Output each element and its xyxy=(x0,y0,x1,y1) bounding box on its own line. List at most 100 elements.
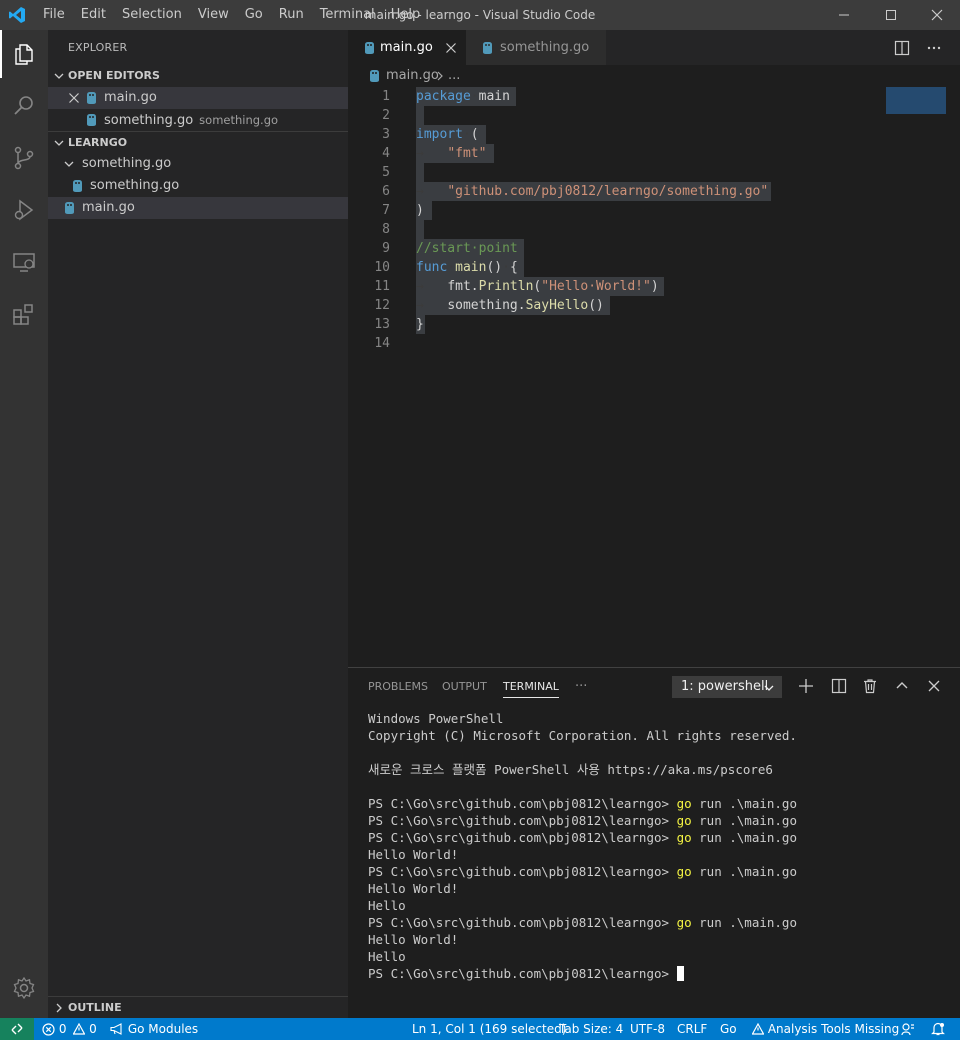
tab-output[interactable]: OUTPUT xyxy=(442,668,487,706)
terminal-line: Hello World! xyxy=(368,881,459,896)
close-window-button[interactable] xyxy=(914,0,960,30)
terminal-select[interactable]: 1: powershell xyxy=(672,676,782,698)
close-panel-icon[interactable] xyxy=(926,678,942,694)
analysis-tools-indicator[interactable]: Analysis Tools Missing xyxy=(751,1018,899,1040)
maximize-button[interactable] xyxy=(868,0,914,30)
megaphone-icon xyxy=(110,1023,122,1035)
notifications-bell-icon[interactable] xyxy=(931,1022,945,1036)
breadcrumb: main.go ... xyxy=(348,65,960,87)
terminal-line: PS C:\Go\src\github.com\pbj0812\learngo>… xyxy=(368,796,797,811)
sidebar: EXPLORER OPEN EDITORS main.go something.… xyxy=(48,30,348,1018)
tab-size[interactable]: Tab Size: 4 xyxy=(559,1018,623,1040)
activity-source-control[interactable] xyxy=(0,134,48,182)
activity-extensions[interactable] xyxy=(0,290,48,338)
code-line: 13 } xyxy=(348,315,888,334)
activity-remote-explorer[interactable] xyxy=(0,238,48,286)
go-file-icon xyxy=(87,92,96,104)
terminal-line: Copyright (C) Microsoft Corporation. All… xyxy=(368,728,797,743)
minimap[interactable] xyxy=(886,87,946,114)
outline-header[interactable]: OUTLINE xyxy=(48,996,348,1018)
tree-file-label: something.go xyxy=(90,178,180,193)
chevron-down-icon xyxy=(64,161,74,167)
new-terminal-icon[interactable] xyxy=(798,678,814,694)
encoding[interactable]: UTF-8 xyxy=(630,1018,665,1040)
minimize-icon xyxy=(839,14,849,16)
trash-icon[interactable] xyxy=(862,678,878,694)
run-debug-icon xyxy=(14,199,34,221)
language-mode[interactable]: Go xyxy=(720,1018,737,1040)
code-line: 14 xyxy=(348,334,888,353)
close-icon[interactable] xyxy=(445,42,457,54)
line-number: 11 xyxy=(374,279,390,294)
explorer-icon xyxy=(15,44,33,65)
chevron-down-icon xyxy=(764,685,774,691)
code-line: 8 xyxy=(348,220,888,239)
more-actions-icon[interactable] xyxy=(926,40,942,56)
tab-something-go[interactable]: something.go xyxy=(466,30,606,65)
activity-bar xyxy=(0,30,48,1018)
go-file-icon xyxy=(65,202,74,214)
menu-item-edit[interactable]: Edit xyxy=(73,0,114,30)
panel-more-button[interactable]: ··· xyxy=(575,668,587,706)
terminal-line: Windows PowerShell xyxy=(368,711,504,726)
chevron-right-icon xyxy=(56,1003,62,1013)
settings-gear-icon xyxy=(13,976,35,1000)
terminal-output[interactable]: Windows PowerShell Copyright (C) Microsof… xyxy=(368,710,948,982)
breadcrumb-symbols[interactable]: ... xyxy=(448,65,460,87)
menu-item-terminal[interactable]: Terminal xyxy=(312,0,383,30)
line-number: 7 xyxy=(382,203,390,218)
end-of-line[interactable]: CRLF xyxy=(677,1018,707,1040)
tree-file-something[interactable]: something.go xyxy=(48,175,348,197)
split-terminal-icon[interactable] xyxy=(831,678,847,694)
source-control-icon xyxy=(14,146,34,170)
feedback-icon[interactable] xyxy=(901,1022,915,1036)
tab-main-go[interactable]: main.go xyxy=(348,30,466,65)
code-editor[interactable]: 1 package·main 2 3 import·( 4 → "fmt" 5 … xyxy=(348,87,960,667)
go-modules-indicator[interactable]: Go Modules xyxy=(110,1018,198,1040)
menu-item-view[interactable]: View xyxy=(190,0,237,30)
activity-search[interactable] xyxy=(0,82,48,130)
close-icon[interactable] xyxy=(68,92,80,104)
activity-manage[interactable] xyxy=(0,964,48,1012)
chevron-down-icon xyxy=(54,140,64,146)
problems-indicator[interactable]: 0 0 xyxy=(42,1018,97,1040)
menu-item-help[interactable]: Help xyxy=(383,0,429,30)
minimize-button[interactable] xyxy=(821,0,867,30)
editor-tab-bar: main.go something.go xyxy=(348,30,960,65)
open-editor-item-main[interactable]: main.go xyxy=(48,87,348,109)
activity-run-debug[interactable] xyxy=(0,186,48,234)
chevron-up-icon[interactable] xyxy=(894,678,910,694)
go-file-icon xyxy=(365,42,374,54)
split-editor-icon[interactable] xyxy=(894,40,910,56)
workspace-header[interactable]: LEARNGO xyxy=(48,131,348,153)
menu-item-go[interactable]: Go xyxy=(237,0,271,30)
menu-item-selection[interactable]: Selection xyxy=(114,0,190,30)
tree-file-main[interactable]: main.go xyxy=(48,197,348,219)
terminal-line: PS C:\Go\src\github.com\pbj0812\learngo> xyxy=(368,965,948,982)
go-file-icon xyxy=(87,114,96,126)
warning-icon xyxy=(72,1022,86,1035)
line-number: 1 xyxy=(382,89,390,104)
code-line: 4 → "fmt" xyxy=(348,144,888,163)
remote-indicator[interactable] xyxy=(0,1018,34,1040)
title-bar: File Edit Selection View Go Run Terminal Help m… xyxy=(0,0,960,30)
workspace-label: LEARNGO xyxy=(68,136,128,149)
terminal-line: Hello xyxy=(368,949,406,964)
activity-explorer[interactable] xyxy=(0,30,48,78)
tab-terminal[interactable]: TERMINAL xyxy=(503,668,559,706)
open-editor-item-something[interactable]: something.go something.go xyxy=(48,109,348,131)
code-line: 11 → fmt.Println("Hello·World!") xyxy=(348,277,888,296)
terminal-line: Hello xyxy=(368,898,406,913)
menu-item-file[interactable]: File xyxy=(35,0,73,30)
tree-file-label: main.go xyxy=(82,200,135,215)
remote-icon xyxy=(11,1023,23,1035)
cursor-position[interactable]: Ln 1, Col 1 (169 selected) xyxy=(412,1018,566,1040)
tab-problems[interactable]: PROBLEMS xyxy=(368,668,428,706)
terminal-line: PS C:\Go\src\github.com\pbj0812\learngo>… xyxy=(368,864,797,879)
open-editors-header[interactable]: OPEN EDITORS xyxy=(48,65,348,87)
line-number: 10 xyxy=(374,260,390,275)
breadcrumb-file[interactable]: main.go xyxy=(386,65,439,87)
menu-item-run[interactable]: Run xyxy=(271,0,312,30)
tree-folder-something[interactable]: something.go xyxy=(48,153,348,175)
